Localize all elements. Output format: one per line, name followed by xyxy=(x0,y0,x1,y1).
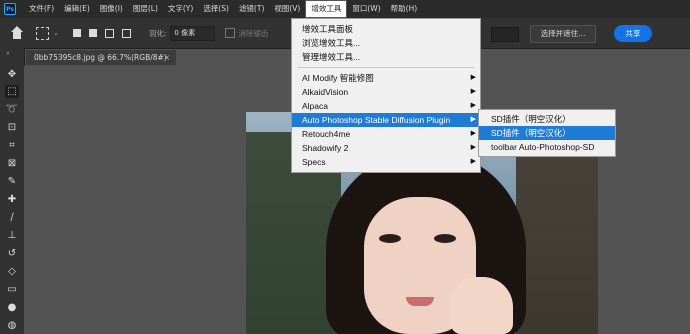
submenu-arrow-icon: ▶ xyxy=(470,102,476,109)
menu-item-specs[interactable]: Specs ▶ xyxy=(292,155,480,169)
photoshop-logo-icon: Ps xyxy=(4,3,16,15)
collapse-panel-icon[interactable]: » xyxy=(6,50,10,57)
submenu-arrow-icon: ▶ xyxy=(470,130,476,137)
select-and-mask-button[interactable]: 选择并遮住... xyxy=(530,25,596,43)
add-to-selection-icon[interactable] xyxy=(88,29,97,37)
intersect-selection-icon[interactable] xyxy=(121,28,131,38)
gradient-tool-icon[interactable]: ▭ xyxy=(5,283,19,296)
lasso-tool-icon[interactable]: ➰ xyxy=(5,103,19,116)
clone-stamp-tool-icon[interactable]: ⊥ xyxy=(5,229,19,242)
move-tool-icon[interactable]: ✥ xyxy=(5,68,19,81)
menu-select[interactable]: 选择(S) xyxy=(198,0,234,18)
eraser-tool-icon[interactable]: ◇ xyxy=(5,265,19,278)
submenu-item-toolbar-auto-photoshop-sd[interactable]: toolbar Auto-Photoshop-SD xyxy=(479,140,615,154)
tools-panel: » ✥ ⬚ ➰ ⊡ ⌗ ⊠ ✎ ✚ ∕ ⊥ ↺ ◇ ▭ ● ◍ xyxy=(0,48,25,334)
crop-tool-icon[interactable]: ⌗ xyxy=(5,139,19,152)
photo-eye-right xyxy=(434,234,456,243)
healing-brush-tool-icon[interactable]: ✚ xyxy=(5,193,19,206)
menu-item-plugins-panel[interactable]: 增效工具面板 xyxy=(292,22,480,36)
menu-file[interactable]: 文件(F) xyxy=(24,0,59,18)
submenu-arrow-icon: ▶ xyxy=(470,144,476,151)
brush-tool-icon[interactable]: ∕ xyxy=(5,211,19,224)
menu-separator xyxy=(298,67,474,68)
share-button[interactable]: 共享 xyxy=(614,25,652,42)
submenu-arrow-icon: ▶ xyxy=(470,158,476,165)
menu-window[interactable]: 窗口(W) xyxy=(347,0,385,18)
plugins-dropdown-menu: 增效工具面板 浏览增效工具... 管理增效工具... AI Modify 智能修… xyxy=(291,18,481,173)
menu-edit[interactable]: 编辑(E) xyxy=(59,0,95,18)
submenu-item-sd-plugin[interactable]: SD插件（明空汉化） xyxy=(479,112,615,126)
eyedropper-tool-icon[interactable]: ✎ xyxy=(5,175,19,188)
menu-layer[interactable]: 图层(L) xyxy=(128,0,163,18)
new-selection-icon[interactable] xyxy=(72,29,81,37)
submenu-arrow-icon: ▶ xyxy=(470,88,476,95)
antialias-checkbox[interactable] xyxy=(225,28,236,38)
feather-label: 羽化: xyxy=(148,28,167,38)
document-tab-title: 0bb75395c8.jpg @ 66.7%(RGB/8#) xyxy=(34,53,167,62)
sd-plugin-submenu: SD插件（明空汉化） SD插件（明空汉化） toolbar Auto-Photo… xyxy=(478,109,616,157)
menu-item-auto-photoshop-sd[interactable]: Auto Photoshop Stable Diffusion Plugin ▶ xyxy=(292,113,480,127)
history-brush-tool-icon[interactable]: ↺ xyxy=(5,247,19,260)
feather-input[interactable]: 0 像素 xyxy=(170,25,216,41)
menu-filter[interactable]: 滤镜(T) xyxy=(234,0,269,18)
home-icon[interactable] xyxy=(10,26,24,40)
submenu-arrow-icon: ▶ xyxy=(470,116,476,123)
submenu-arrow-icon: ▶ xyxy=(470,74,476,81)
submenu-item-sd-plugin-highlighted[interactable]: SD插件（明空汉化） xyxy=(479,126,615,140)
chevron-down-icon[interactable]: ⌄ xyxy=(53,29,59,37)
style-field[interactable] xyxy=(491,27,519,42)
menu-type[interactable]: 文字(Y) xyxy=(163,0,198,18)
menu-item-alpaca[interactable]: Alpaca ▶ xyxy=(292,99,480,113)
marquee-tool-icon[interactable]: ⬚ xyxy=(5,85,19,98)
menu-item-shadowify[interactable]: Shadowify 2 ▶ xyxy=(292,141,480,155)
menu-image[interactable]: 图像(I) xyxy=(95,0,128,18)
dodge-tool-icon[interactable]: ◍ xyxy=(5,319,19,332)
menu-item-retouch4me[interactable]: Retouch4me ▶ xyxy=(292,127,480,141)
frame-tool-icon[interactable]: ⊠ xyxy=(5,157,19,170)
menu-plugins[interactable]: 增效工具 xyxy=(305,0,348,18)
menu-item-browse-plugins[interactable]: 浏览增效工具... xyxy=(292,36,480,50)
document-tab[interactable]: 0bb75395c8.jpg @ 66.7%(RGB/8#) × xyxy=(26,50,176,65)
photo-eye-left xyxy=(379,234,401,243)
object-selection-tool-icon[interactable]: ⊡ xyxy=(5,121,19,134)
close-icon[interactable]: × xyxy=(164,50,170,65)
blur-tool-icon[interactable]: ● xyxy=(5,301,19,314)
rectangular-marquee-icon[interactable] xyxy=(36,26,49,40)
subtract-selection-icon[interactable] xyxy=(104,28,114,38)
menu-view[interactable]: 视图(V) xyxy=(269,0,305,18)
menu-bar: Ps 文件(F) 编辑(E) 图像(I) 图层(L) 文字(Y) 选择(S) 滤… xyxy=(0,0,690,18)
menu-help[interactable]: 帮助(H) xyxy=(386,0,423,18)
photo-hand xyxy=(451,277,513,334)
menu-item-ai-modify[interactable]: AI Modify 智能修图 ▶ xyxy=(292,71,480,85)
menu-item-alkaidvision[interactable]: AlkaidVision ▶ xyxy=(292,85,480,99)
menu-item-manage-plugins[interactable]: 管理增效工具... xyxy=(292,50,480,64)
antialias-label: 消除锯齿 xyxy=(238,28,269,38)
